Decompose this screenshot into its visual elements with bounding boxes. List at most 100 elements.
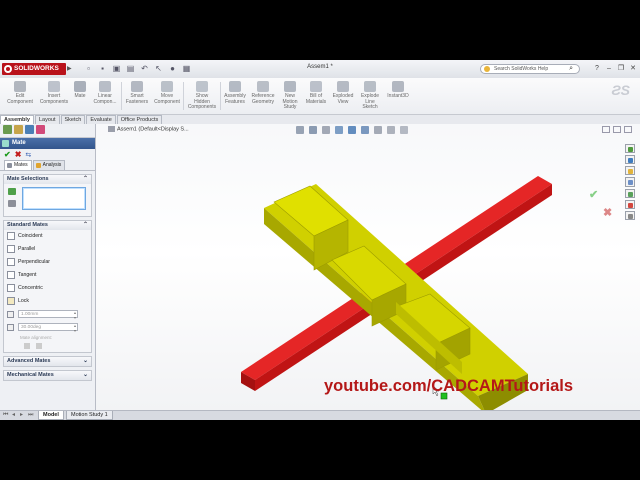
expand-icon[interactable]: ⌄ — [83, 371, 88, 380]
assembly-features-button[interactable]: Assembly Features — [222, 78, 248, 114]
angle-icon[interactable] — [7, 324, 14, 331]
angle-field[interactable]: 30.00deg ▴ ▾ — [18, 323, 78, 333]
design-library-tab[interactable] — [625, 155, 635, 165]
mate-label: Perpendicular — [18, 259, 51, 265]
advanced-mates-header[interactable]: Advanced Mates ⌄ — [3, 356, 92, 367]
exploded-view-button[interactable]: Exploded View — [330, 78, 356, 114]
bom-icon — [310, 81, 322, 92]
tab-analysis[interactable]: Analysis — [32, 160, 66, 170]
cancel-x-icon[interactable]: ✖ — [15, 150, 22, 159]
linear-pattern-button[interactable]: Linear Compon... — [90, 78, 120, 114]
collapse-icon[interactable]: ⌃ — [83, 175, 88, 184]
search-icon[interactable]: ⌕ — [569, 64, 573, 73]
mechanical-mates-header[interactable]: Mechanical Mates ⌄ — [3, 370, 92, 381]
lock-option[interactable]: Lock — [4, 295, 91, 308]
aligned-icon[interactable] — [24, 343, 30, 349]
cmd-label: Bill of Materials — [305, 93, 327, 105]
confirmation-cancel-icon[interactable]: ✖ — [603, 206, 612, 219]
angle-value: 30.00deg — [21, 325, 42, 330]
smart-fasteners-button[interactable]: Smart Fasteners — [123, 78, 151, 114]
spinner-icon[interactable]: ▴ ▾ — [74, 310, 76, 320]
close-icon[interactable]: ✕ — [629, 64, 637, 73]
graphics-area[interactable]: Assem1 (Default<Display S... ✔ ✖ — [96, 124, 640, 410]
tangent-option[interactable]: Tangent — [4, 269, 91, 282]
cmd-label: Show Hidden Components — [187, 93, 217, 110]
library-icon — [628, 158, 633, 164]
ok-check-icon[interactable]: ✔ — [4, 150, 11, 159]
file-explorer-tab[interactable] — [625, 166, 635, 176]
cmd-label: Move Component — [154, 93, 180, 105]
configuration-tab-icon[interactable] — [25, 125, 34, 134]
expand-icon[interactable]: ⌄ — [83, 357, 88, 366]
mate-selections-group: Mate Selections ⌃ — [3, 174, 92, 217]
cmd-label: Instant3D — [387, 93, 409, 99]
multiple-selection-icon[interactable] — [8, 200, 16, 207]
standard-mates-header[interactable]: Standard Mates ⌃ — [4, 221, 91, 230]
previous-tab-icon[interactable]: ◂ — [12, 411, 15, 420]
anti-aligned-icon[interactable] — [36, 343, 42, 349]
tab-motion-study-1[interactable]: Motion Study 1 — [66, 411, 113, 420]
mate-label: Parallel — [18, 246, 36, 252]
separator — [121, 82, 122, 110]
insert-components-button[interactable]: Insert Components — [38, 78, 70, 114]
confirmation-ok-icon[interactable]: ✔ — [589, 188, 598, 201]
display-manager-tab-icon[interactable] — [36, 125, 45, 134]
cmd-label: Explode Line Sketch — [360, 93, 380, 110]
coincident-option[interactable]: Coincident — [4, 230, 91, 243]
cmd-label: Exploded View — [332, 93, 354, 105]
reference-geometry-button[interactable]: Reference Geometry — [249, 78, 277, 114]
entities-to-mate-field[interactable] — [22, 187, 86, 210]
last-tab-icon[interactable]: ⏭ — [28, 411, 33, 420]
resources-tab[interactable] — [625, 144, 635, 154]
edit-component-button[interactable]: Edit Component — [3, 78, 37, 114]
cmd-label: Insert Components — [39, 93, 69, 105]
ds-watermark-icon: ƧS — [611, 82, 630, 98]
concentric-option[interactable]: Concentric — [4, 282, 91, 295]
property-manager-tab-icon[interactable] — [14, 125, 23, 134]
parallel-option[interactable]: Parallel — [4, 243, 91, 256]
appearances-tab[interactable] — [625, 199, 635, 209]
move-component-button[interactable]: Move Component — [152, 78, 182, 114]
show-hidden-button[interactable]: Show Hidden Components — [185, 78, 219, 114]
help-icon[interactable]: ? — [593, 64, 601, 73]
assembly-model[interactable] — [96, 124, 640, 410]
home-icon — [628, 147, 633, 152]
search-tab[interactable] — [625, 177, 635, 187]
properties-icon — [628, 213, 633, 219]
explode-line-sketch-button[interactable]: Explode Line Sketch — [357, 78, 383, 114]
tangent-icon — [7, 271, 15, 279]
tab-model[interactable]: Model — [38, 411, 64, 420]
perpendicular-option[interactable]: Perpendicular — [4, 256, 91, 269]
view-palette-tab[interactable] — [625, 188, 635, 198]
separator — [220, 82, 221, 110]
feature-tree-tab-icon[interactable] — [3, 125, 12, 134]
tab-mates[interactable]: Mates — [4, 160, 32, 170]
instant3d-button[interactable]: Instant3D — [384, 78, 412, 114]
next-tab-icon[interactable]: ▸ — [20, 411, 23, 420]
concentric-icon — [7, 284, 15, 292]
property-manager-panel: Mate ✔ ✖ ⇆ Mates Analysis Mate Selection… — [0, 124, 96, 410]
new-motion-study-button[interactable]: New Motion Study — [278, 78, 302, 114]
task-pane-tabs — [625, 144, 637, 220]
mate-label: Concentric — [18, 285, 43, 291]
assembly-features-icon — [229, 81, 241, 92]
distance-field[interactable]: 1.00mm ▴ ▾ — [18, 310, 78, 320]
search-input[interactable]: Search SolidWorks Help ⌕ — [480, 64, 580, 74]
panel-title: Mate — [12, 140, 26, 146]
custom-properties-tab[interactable] — [625, 210, 635, 220]
first-tab-icon[interactable]: ⏮ — [3, 411, 8, 420]
smart-fasteners-icon — [131, 81, 143, 92]
spinner-icon[interactable]: ▴ ▾ — [74, 323, 76, 333]
minimize-icon[interactable]: – — [605, 64, 613, 73]
collapse-icon[interactable]: ⌃ — [83, 221, 88, 230]
mates-tab-icon — [7, 163, 12, 168]
cmd-label: New Motion Study — [282, 93, 298, 110]
restore-icon[interactable]: ❐ — [617, 64, 625, 73]
distance-icon[interactable] — [7, 311, 14, 318]
pin-icon[interactable]: ⇆ — [25, 151, 31, 159]
bill-of-materials-button[interactable]: Bill of Materials — [303, 78, 329, 114]
bottom-tab-bar: ⏮ ◂ ▸ ⏭ Model Motion Study 1 — [0, 410, 640, 420]
mate-selections-header[interactable]: Mate Selections ⌃ — [4, 175, 91, 184]
mate-button[interactable]: Mate — [71, 78, 89, 114]
window-controls: ? – ❐ ✕ — [593, 64, 637, 73]
